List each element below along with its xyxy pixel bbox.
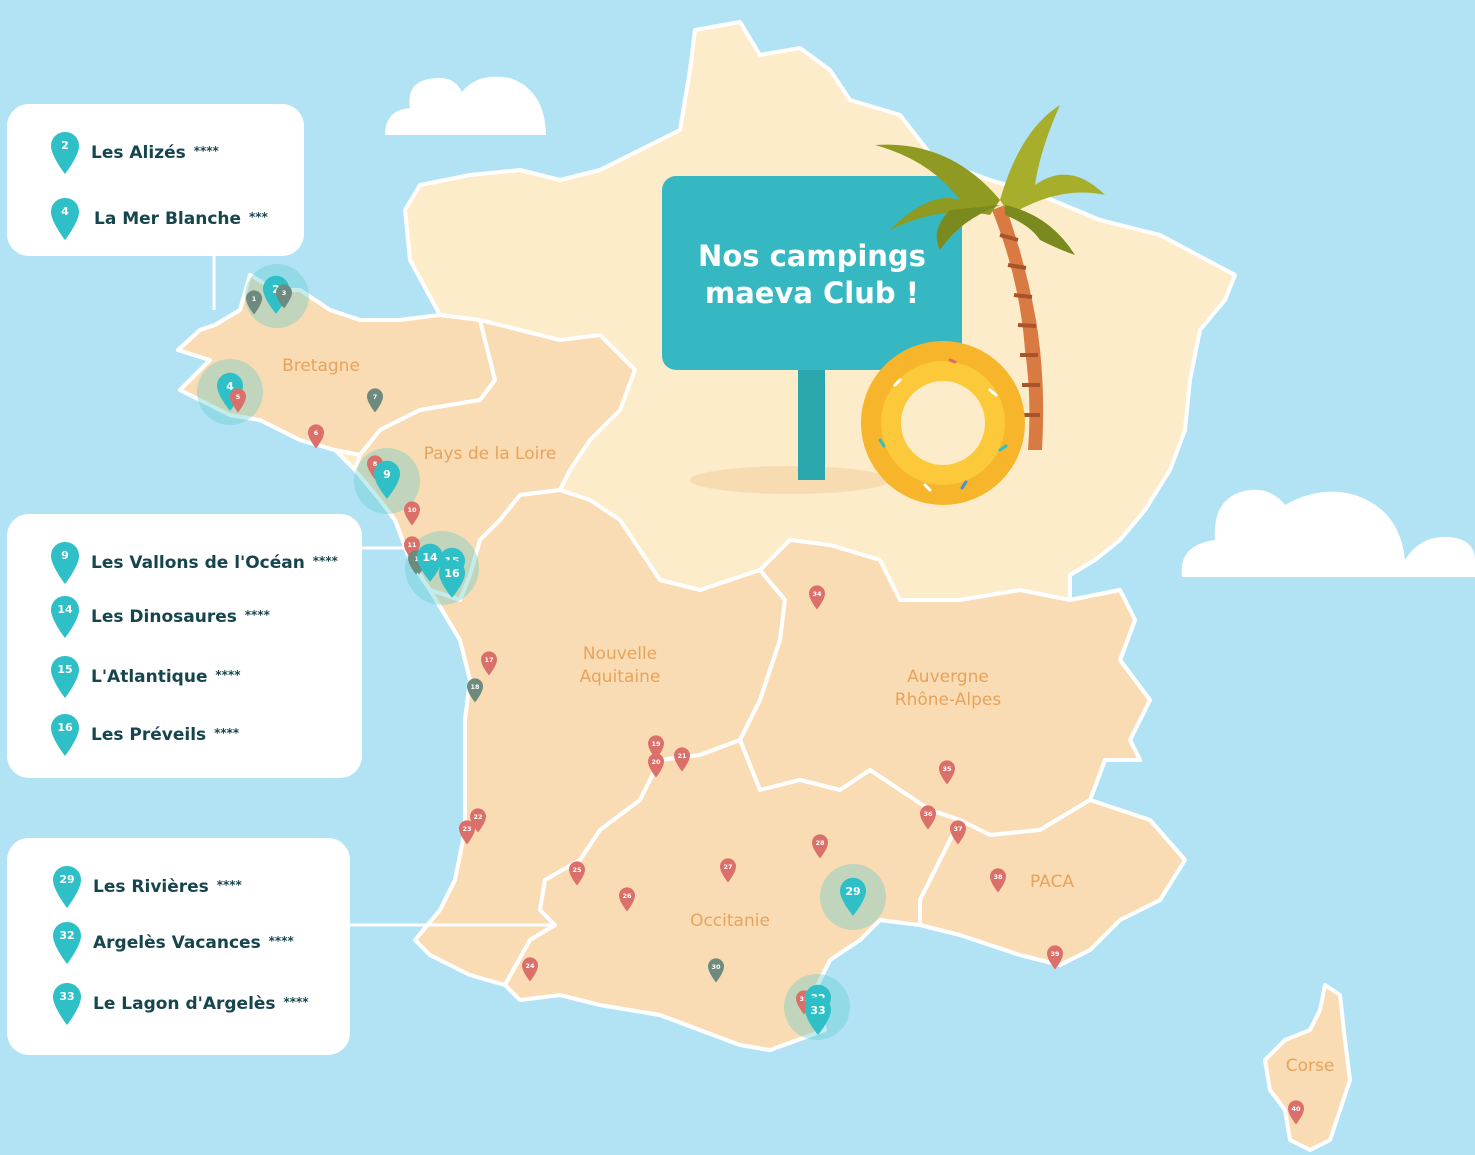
map-pin-number: 14 <box>422 551 438 564</box>
map-pin-number: 30 <box>711 963 721 971</box>
legend-stars: **** <box>215 668 241 682</box>
legend-item[interactable]: 16 Les Préveils **** <box>51 714 239 756</box>
map-pin-icon: 2 <box>51 132 79 174</box>
legend-stars: **** <box>244 608 270 622</box>
map-pin-number: 36 <box>923 810 933 818</box>
region-label-corse: Corse <box>1286 1056 1335 1076</box>
legend-label: Les Rivières <box>93 877 209 897</box>
svg-text:29: 29 <box>59 873 74 886</box>
sign-title: Nos campings maeva Club ! <box>662 238 962 312</box>
map-pin-icon: 15 <box>51 656 79 698</box>
legend-item[interactable]: 14 Les Dinosaures **** <box>51 596 270 638</box>
swim-ring-icon <box>861 341 1025 505</box>
legend-label: Le Lagon d'Argelès <box>93 994 276 1014</box>
legend-label: Les Vallons de l'Océan <box>91 553 305 573</box>
map-pin-number: 16 <box>444 567 460 580</box>
map-pin-number: 7 <box>373 393 378 401</box>
map-pin-number: 37 <box>953 825 962 833</box>
map-pin-number: 33 <box>810 1004 825 1017</box>
map-pin-icon: 32 <box>53 922 81 964</box>
legend-stars: **** <box>214 726 240 740</box>
region-label-bretagne: Bretagne <box>282 356 360 376</box>
legend-stars: **** <box>193 144 219 158</box>
svg-text:15: 15 <box>57 663 72 676</box>
legend-item[interactable]: 15 L'Atlantique **** <box>51 656 241 698</box>
map-pin-icon: 33 <box>53 983 81 1025</box>
map-pin-number: 22 <box>473 813 482 821</box>
legend-stars: **** <box>268 934 294 948</box>
legend-stars: *** <box>248 210 268 224</box>
legend-label: La Mer Blanche <box>94 209 242 229</box>
svg-text:32: 32 <box>59 929 74 942</box>
map-stage: Bretagne Pays de la Loire Nouvelle Aquit… <box>0 0 1475 1155</box>
region-label-pays-de-la-loire: Pays de la Loire <box>424 444 557 464</box>
map-pin-number: 40 <box>1291 1105 1301 1113</box>
map-pin-number: 1 <box>252 295 257 303</box>
map-pin-number: 5 <box>236 393 241 401</box>
svg-text:14: 14 <box>57 603 73 616</box>
map-pin-number: 23 <box>462 825 471 833</box>
map-pin-number: 6 <box>314 429 319 437</box>
map-pin-number: 21 <box>677 752 687 760</box>
legend-item[interactable]: 32 Argelès Vacances **** <box>53 922 294 964</box>
map-pin-icon: 4 <box>51 198 79 240</box>
map-pin-number: 25 <box>572 866 582 874</box>
map-pin-number: 18 <box>470 683 480 691</box>
map-pin-number: 19 <box>651 740 661 748</box>
region-label-paca: PACA <box>1030 872 1074 892</box>
map-pin-number: 39 <box>1050 950 1060 958</box>
legend-label: Les Préveils <box>91 725 207 745</box>
legend-item[interactable]: 4 La Mer Blanche *** <box>51 198 268 240</box>
map-pin-number: 24 <box>525 962 535 970</box>
legend-label: Les Dinosaures <box>91 607 237 627</box>
map-pin-number: 28 <box>815 839 825 847</box>
map-pin-number: 38 <box>993 873 1003 881</box>
map-pin-number: 29 <box>845 885 860 898</box>
region-label-occitanie: Occitanie <box>690 911 770 931</box>
map-pin-number: 11 <box>407 541 417 549</box>
map-pin-number: 3 <box>282 289 287 297</box>
map-pin-number: 17 <box>484 656 493 664</box>
svg-text:2: 2 <box>61 139 69 152</box>
legend-item[interactable]: 9 Les Vallons de l'Océan **** <box>51 542 338 584</box>
map-pin-icon: 9 <box>51 542 79 584</box>
legend-box-bretagne: 2 Les Alizés **** 4 La Mer Blanche *** <box>7 104 304 256</box>
map-pin-icon: 14 <box>51 596 79 638</box>
legend-box-occitanie: 29 Les Rivières **** 32 Argelès Vacances… <box>7 838 350 1055</box>
legend-stars: **** <box>216 878 242 892</box>
map-pin-icon: 16 <box>51 714 79 756</box>
map-pin-number: 26 <box>622 892 632 900</box>
region-label-nouvelle-aquitaine-line1: Nouvelle <box>583 644 657 664</box>
map-pin-number: 34 <box>812 590 822 598</box>
map-pin-number: 20 <box>651 758 661 766</box>
legend-stars: **** <box>283 995 309 1009</box>
legend-label: Argelès Vacances <box>93 933 261 953</box>
region-label-auvergne-line1: Auvergne <box>907 667 989 687</box>
map-pin-number: 27 <box>723 863 732 871</box>
map-pin-number: 35 <box>942 765 952 773</box>
map-pin-number: 9 <box>383 468 391 481</box>
map-pin-number: 10 <box>407 506 417 514</box>
legend-box-vendee: 9 Les Vallons de l'Océan **** 14 Les Din… <box>7 514 362 778</box>
map-pin-icon: 29 <box>53 866 81 908</box>
legend-label: Les Alizés <box>91 143 186 163</box>
region-label-nouvelle-aquitaine-line2: Aquitaine <box>580 667 661 687</box>
svg-text:9: 9 <box>61 549 69 562</box>
svg-text:33: 33 <box>59 990 74 1003</box>
region-label-auvergne-line2: Rhône-Alpes <box>895 690 1002 710</box>
legend-item[interactable]: 2 Les Alizés **** <box>51 132 219 174</box>
legend-stars: **** <box>312 554 338 568</box>
svg-text:16: 16 <box>57 721 73 734</box>
sign-title-line2: maeva Club ! <box>705 276 919 310</box>
svg-text:4: 4 <box>61 205 69 218</box>
legend-item[interactable]: 29 Les Rivières **** <box>53 866 242 908</box>
sign-title-line1: Nos campings <box>698 239 926 273</box>
legend-item[interactable]: 33 Le Lagon d'Argelès **** <box>53 983 309 1025</box>
legend-label: L'Atlantique <box>91 667 208 687</box>
